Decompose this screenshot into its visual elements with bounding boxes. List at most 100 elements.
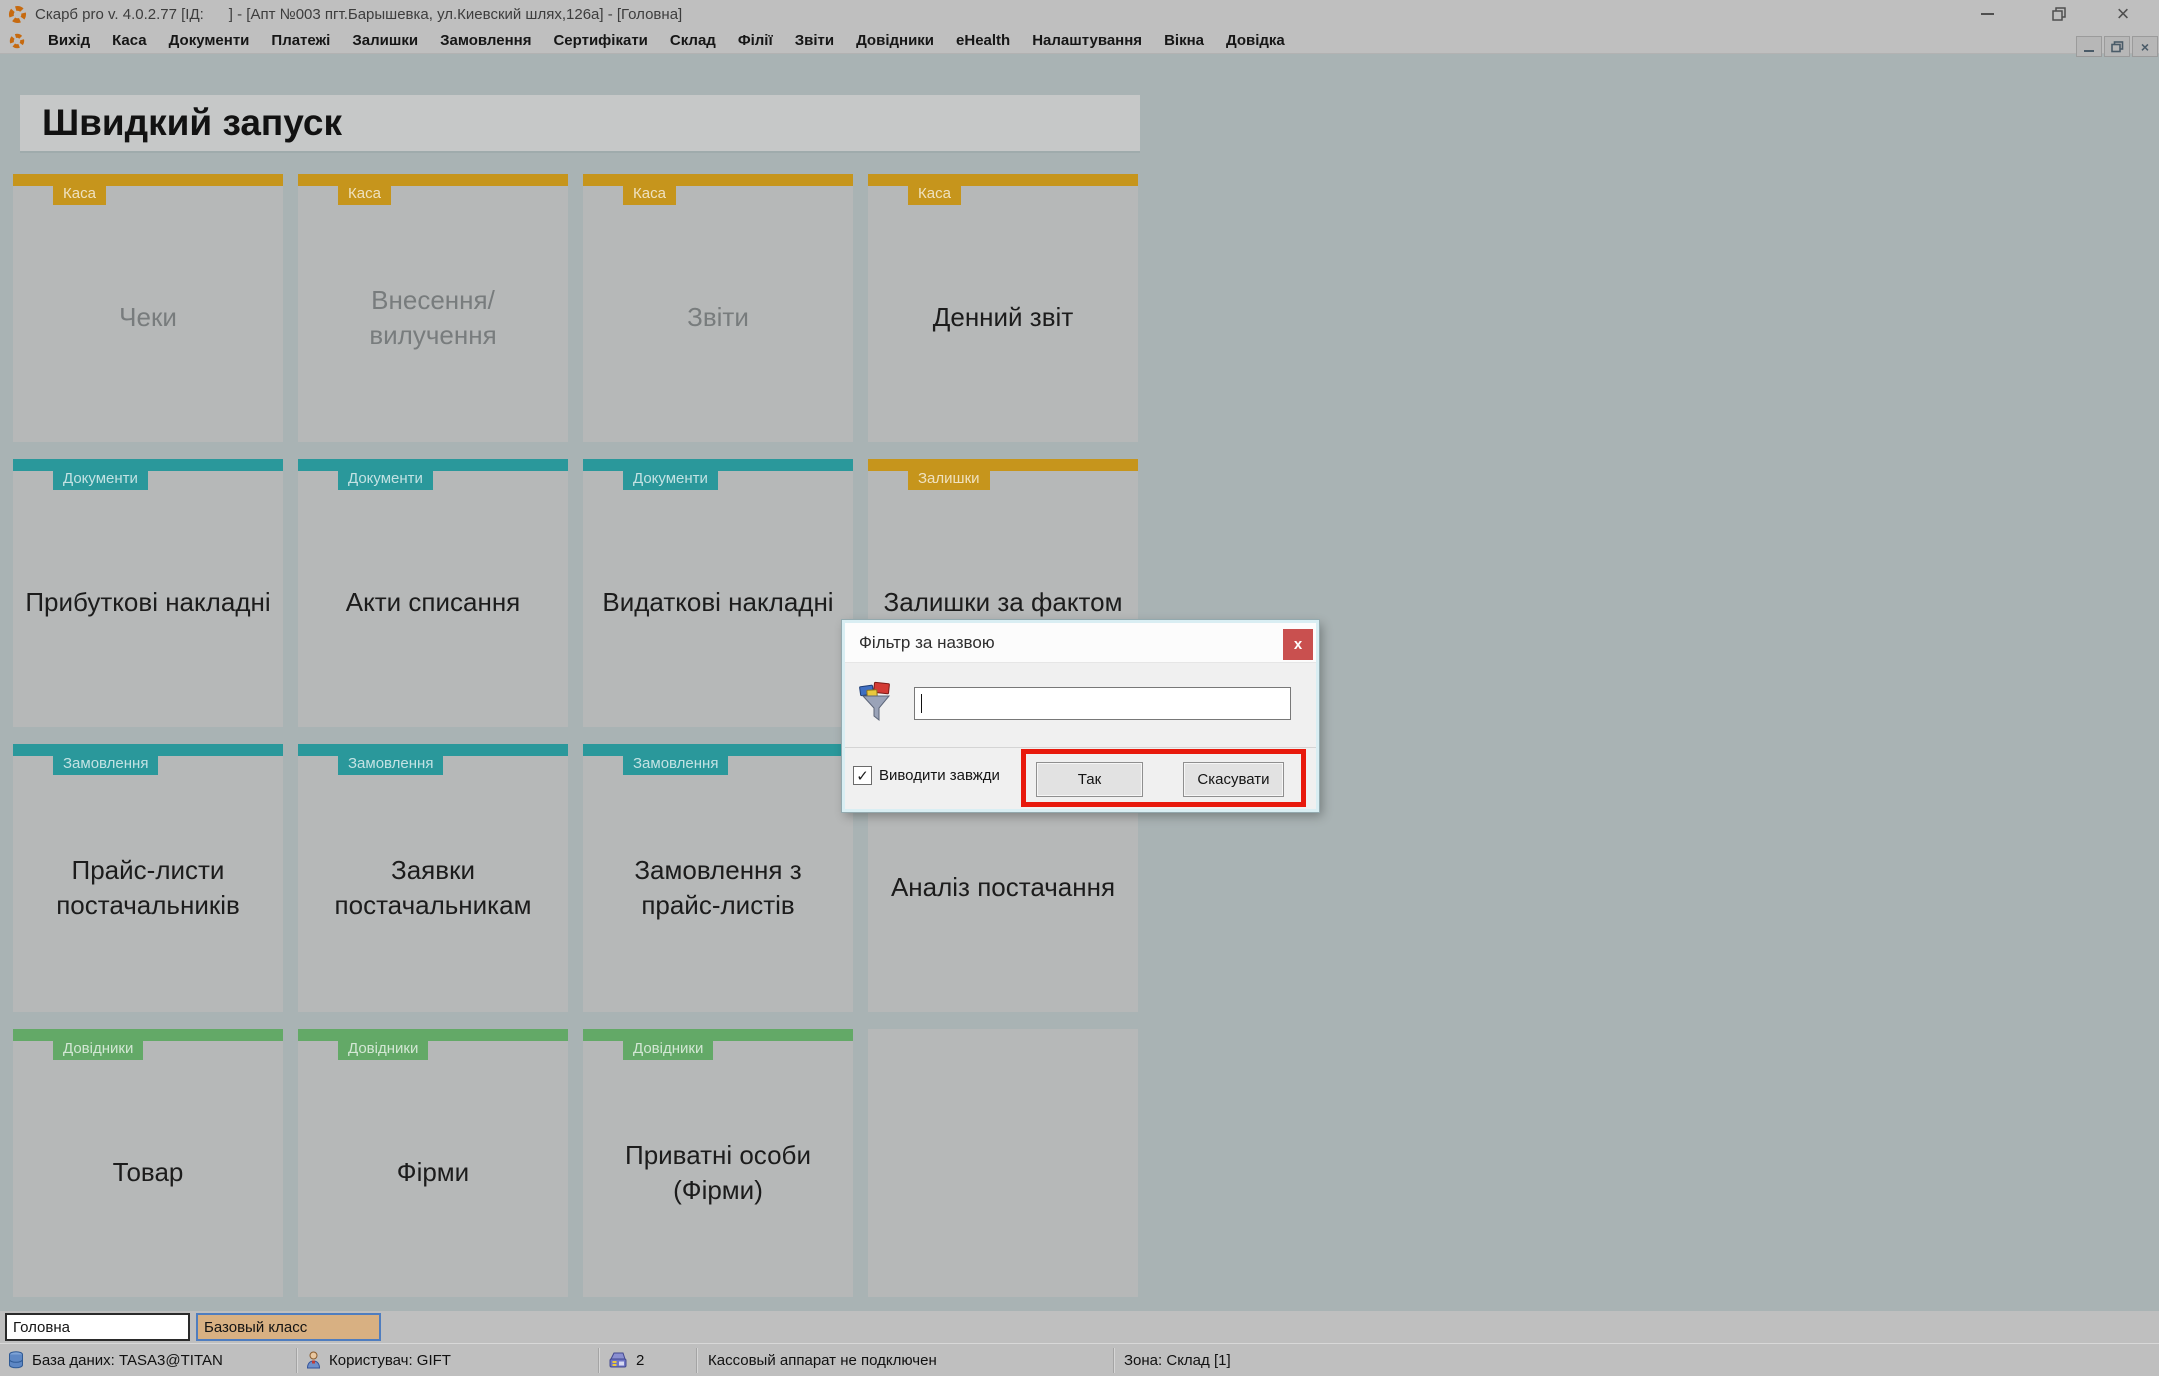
tab-bazovyi-klass[interactable]: Базовый класс [196, 1313, 381, 1341]
status-register-status: Кассовый аппарат не подключен [708, 1344, 937, 1376]
quick-launch-tile[interactable]: Довідники Фірми [298, 1029, 568, 1297]
menu-item-довідники[interactable]: Довідники [845, 29, 945, 52]
quick-launch-tile[interactable]: Замовлення Заявки постачальникам [298, 744, 568, 1012]
cancel-button[interactable]: Скасувати [1183, 762, 1284, 797]
tile-label: Прибуткові накладні [25, 585, 270, 620]
mdi-child-icon [9, 33, 25, 49]
window-titlebar: Скарб pro v. 4.0.2.77 [ІД: ] - [Апт №003… [0, 0, 2159, 28]
tile-label: Внесення/вилучення [308, 283, 558, 353]
menu-item-філії[interactable]: Філії [727, 29, 784, 52]
app-logo-icon [8, 5, 27, 24]
tile-label: Приватні особи (Фірми) [593, 1138, 843, 1208]
status-user: Користувач: GIFT [306, 1344, 451, 1376]
window-restore-button[interactable] [2044, 2, 2074, 26]
quick-launch-title: Швидкий запуск [42, 102, 342, 144]
status-database: База даних: TASA3@TITAN [8, 1344, 223, 1376]
menu-item-документи[interactable]: Документи [158, 29, 261, 52]
always-show-label: Виводити завжди [879, 767, 1000, 784]
status-divider [1113, 1348, 1114, 1373]
quick-launch-tile[interactable]: Довідники Товар [13, 1029, 283, 1297]
status-register-status-text: Кассовый аппарат не подключен [708, 1352, 937, 1369]
quick-launch-tile[interactable]: Документи Прибуткові накладні [13, 459, 283, 727]
tile-category-badge: Довідники [623, 1029, 713, 1060]
quick-launch-tile[interactable]: Замовлення Прайс-листи постачальників [13, 744, 283, 1012]
dialog-separator [845, 747, 1316, 748]
tile-category-badge: Каса [53, 174, 106, 205]
restore-icon [2052, 7, 2067, 21]
close-icon: × [2117, 3, 2130, 25]
filter-funnel-icon [857, 681, 895, 723]
status-divider [598, 1348, 599, 1373]
menu-item-замовлення[interactable]: Замовлення [429, 29, 542, 52]
tile-label: Заявки постачальникам [308, 853, 558, 923]
status-user-text: Користувач: GIFT [329, 1352, 451, 1369]
minimize-icon [1981, 13, 1994, 15]
tab-bazovyi-klass-label: Базовый класс [204, 1319, 307, 1336]
tile-category-badge: Залишки [908, 459, 990, 490]
always-show-checkbox-row[interactable]: ✓ Виводити завжди [853, 766, 1000, 785]
quick-launch-tile[interactable]: Каса Внесення/вилучення [298, 174, 568, 442]
user-icon [306, 1351, 321, 1369]
quick-launch-tile[interactable]: Каса Денний звіт [868, 174, 1138, 442]
tile-label: Акти списання [346, 585, 521, 620]
quick-launch-tile[interactable]: Каса Звіти [583, 174, 853, 442]
checkmark-icon: ✓ [856, 767, 869, 785]
window-minimize-button[interactable] [1972, 2, 2002, 26]
filter-dialog: Фільтр за назвою x ✓ Виводити завжди Так… [842, 620, 1319, 812]
dialog-close-button[interactable]: x [1283, 629, 1313, 660]
menu-item-ehealth[interactable]: eHealth [945, 29, 1021, 52]
quick-launch-tile[interactable]: Документи Видаткові накладні [583, 459, 853, 727]
menu-item-вікна[interactable]: Вікна [1153, 29, 1215, 52]
tab-holovna-label: Головна [13, 1319, 70, 1336]
tile-category-badge: Документи [623, 459, 718, 490]
dialog-titlebar[interactable]: Фільтр за назвою x [845, 623, 1316, 663]
tile-label: Видаткові накладні [602, 585, 833, 620]
tile-category-badge: Замовлення [338, 744, 443, 775]
status-zone-text: Зона: Склад [1] [1124, 1352, 1231, 1369]
mdi-close-icon: × [2141, 39, 2149, 55]
menu-item-каса[interactable]: Каса [101, 29, 158, 52]
menu-item-довідка[interactable]: Довідка [1215, 29, 1296, 52]
tile-category-badge: Каса [338, 174, 391, 205]
menu-item-вихід[interactable]: Вихід [37, 29, 101, 52]
text-cursor [921, 694, 922, 713]
tile-label: Товар [113, 1155, 184, 1190]
database-icon [8, 1351, 24, 1369]
app-logo-ring [11, 8, 23, 20]
menu-item-платежі[interactable]: Платежі [260, 29, 341, 52]
status-divider [696, 1348, 697, 1373]
mdi-minimize-button[interactable] [2076, 36, 2102, 57]
tile-category-badge: Каса [908, 174, 961, 205]
status-zone: Зона: Склад [1] [1124, 1344, 1231, 1376]
menu-item-склад[interactable]: Склад [659, 29, 727, 52]
quick-launch-tile[interactable]: Документи Акти списання [298, 459, 568, 727]
menu-item-налаштування[interactable]: Налаштування [1021, 29, 1153, 52]
menu-item-залишки[interactable]: Залишки [341, 29, 429, 52]
tile-label: Аналіз постачання [891, 870, 1115, 905]
menu-bar: ВихідКасаДокументиПлатежіЗалишкиЗамовлен… [0, 28, 2159, 54]
quick-launch-tile[interactable]: Каса Чеки [13, 174, 283, 442]
tile-label: Залишки за фактом [884, 585, 1123, 620]
mdi-close-button[interactable]: × [2132, 36, 2158, 57]
dialog-close-icon: x [1294, 636, 1302, 653]
quick-launch-header: Швидкий запуск [20, 95, 1140, 153]
quick-launch-tile [868, 1029, 1138, 1297]
tile-label: Замовлення з прайс-листів [593, 853, 843, 923]
ok-button[interactable]: Так [1036, 762, 1143, 797]
tile-category-badge: Документи [53, 459, 148, 490]
window-title: Скарб pro v. 4.0.2.77 [ІД: ] - [Апт №003… [35, 6, 682, 23]
menu-item-звіти[interactable]: Звіти [784, 29, 845, 52]
tile-label: Звіти [687, 300, 749, 335]
quick-launch-tile[interactable]: Замовлення Замовлення з прайс-листів [583, 744, 853, 1012]
menu-item-сертифікати[interactable]: Сертифікати [542, 29, 658, 52]
filter-text-input[interactable] [914, 687, 1291, 720]
tab-holovna[interactable]: Головна [5, 1313, 190, 1341]
tile-category-badge: Каса [623, 174, 676, 205]
always-show-checkbox[interactable]: ✓ [853, 766, 872, 785]
quick-launch-tile[interactable]: Довідники Приватні особи (Фірми) [583, 1029, 853, 1297]
window-close-button[interactable]: × [2108, 2, 2138, 26]
status-bar: База даних: TASA3@TITAN Користувач: GIFT… [0, 1343, 2159, 1376]
tile-label: Денний звіт [933, 300, 1073, 335]
mdi-restore-button[interactable] [2104, 36, 2130, 57]
status-register-count: 2 [608, 1344, 644, 1376]
